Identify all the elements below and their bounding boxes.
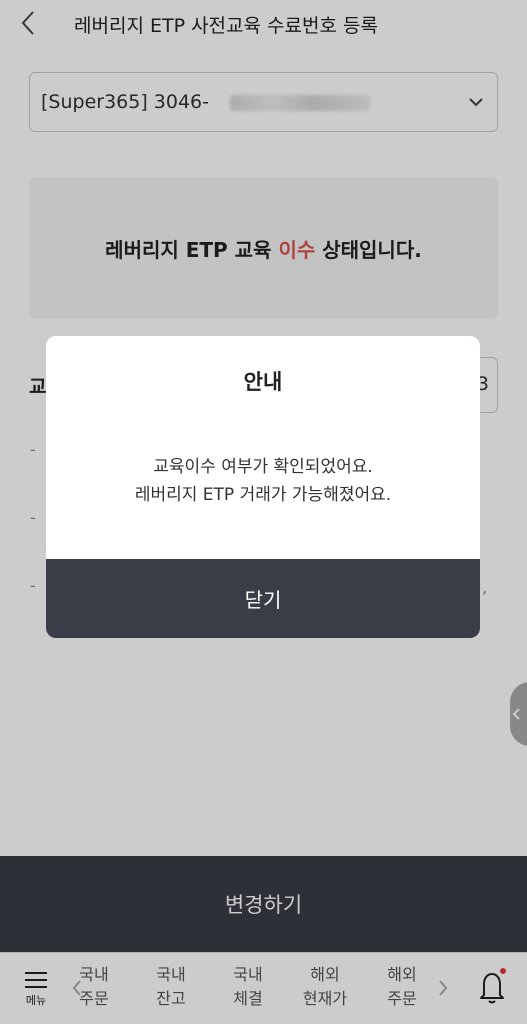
dialog-message-line: 레버리지 ETP 거래가 가능해졌어요. — [134, 485, 392, 505]
dialog-title: 안내 — [243, 370, 283, 394]
dialog-close-button[interactable]: 닫기 — [46, 559, 480, 638]
dialog-message: 교육이수 여부가 확인되었어요. 레버리지 ETP 거래가 가능해졌어요. — [46, 453, 480, 509]
dialog-message-line: 교육이수 여부가 확인되었어요. — [153, 457, 373, 477]
info-dialog: 안내 교육이수 여부가 확인되었어요. 레버리지 ETP 거래가 가능해졌어요.… — [46, 336, 480, 638]
